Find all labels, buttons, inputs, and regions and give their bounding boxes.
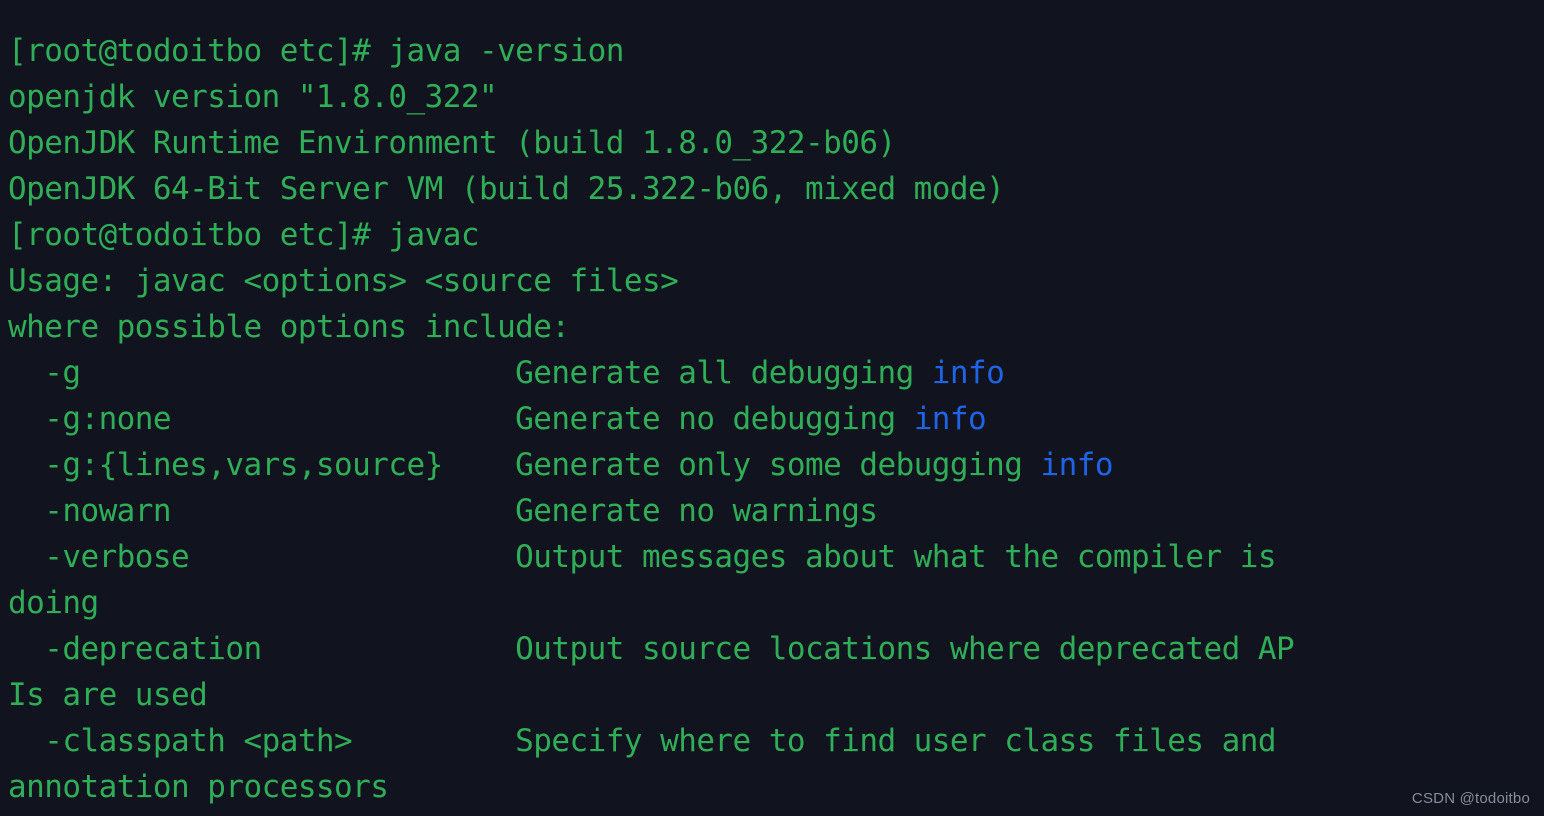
terminal-line: Usage: javac <options> <source files> [0, 258, 1544, 304]
terminal-line: doing [0, 580, 1544, 626]
terminal-line: where possible options include: [0, 304, 1544, 350]
terminal-text-segment: -nowarn Generate no warnings [8, 493, 878, 529]
terminal-line: Is are used [0, 672, 1544, 718]
terminal-line: [root@todoitbo etc]# java -version [0, 28, 1544, 74]
terminal-line: -classpath <path> Specify where to find … [0, 718, 1544, 764]
terminal-text-segment: -g:none Generate no debugging [8, 401, 914, 437]
terminal-text-segment: info [1040, 447, 1113, 483]
terminal-line: [root@todoitbo etc]# javac [0, 212, 1544, 258]
terminal-text-segment: openjdk version "1.8.0_322" [8, 79, 498, 115]
terminal-text-segment: where possible options include: [8, 309, 570, 345]
terminal-line: -deprecation Output source locations whe… [0, 626, 1544, 672]
terminal-line: OpenJDK Runtime Environment (build 1.8.0… [0, 120, 1544, 166]
terminal-output: [root@todoitbo etc]# java -version openjd… [0, 28, 1544, 810]
terminal-line: -nowarn Generate no warnings [0, 488, 1544, 534]
terminal-text-segment: -verbose Output messages about what the … [8, 539, 1276, 575]
watermark-label: CSDN @todoitbo [1411, 790, 1530, 807]
terminal-text-segment: [root@todoitbo etc]# java -version [8, 33, 624, 69]
terminal-text-segment: -g Generate all debugging [8, 355, 932, 391]
terminal-text-segment: OpenJDK 64-Bit Server VM (build 25.322-b… [8, 171, 1005, 207]
terminal-line: -verbose Output messages about what the … [0, 534, 1544, 580]
terminal-text-segment: [root@todoitbo etc]# javac [8, 217, 480, 253]
terminal-text-segment: info [913, 401, 987, 437]
terminal-text-segment: doing [8, 585, 99, 621]
terminal-window[interactable]: [root@todoitbo etc]# java -version openjd… [0, 0, 1544, 816]
terminal-text-segment: -deprecation Output source locations whe… [8, 631, 1295, 667]
terminal-text-segment: Is are used [8, 677, 208, 713]
terminal-text-segment: -classpath <path> Specify where to find … [8, 723, 1276, 759]
terminal-text-segment: -g:{lines,vars,source} Generate only som… [8, 447, 1041, 483]
terminal-line: openjdk version "1.8.0_322" [0, 74, 1544, 120]
terminal-line: OpenJDK 64-Bit Server VM (build 25.322-b… [0, 166, 1544, 212]
terminal-text-segment: info [931, 355, 1005, 391]
terminal-line: -g:none Generate no debugging info [0, 396, 1544, 442]
terminal-text-segment: annotation processors [8, 769, 389, 805]
terminal-text-segment: OpenJDK Runtime Environment (build 1.8.0… [8, 125, 896, 161]
terminal-text-segment: Usage: javac <options> <source files> [8, 263, 679, 299]
terminal-line: -g Generate all debugging info [0, 350, 1544, 396]
terminal-line: -g:{lines,vars,source} Generate only som… [0, 442, 1544, 488]
terminal-line: annotation processors [0, 764, 1544, 810]
